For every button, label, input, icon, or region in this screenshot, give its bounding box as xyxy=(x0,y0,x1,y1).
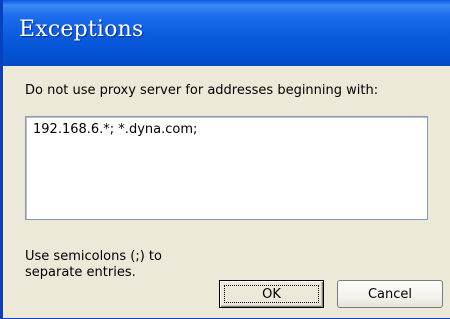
cancel-button-label: Cancel xyxy=(367,286,413,302)
focus-rectangle xyxy=(224,285,319,303)
title-bar[interactable]: Exceptions xyxy=(3,0,450,66)
hint-line-2: separate entries. xyxy=(25,265,136,280)
dialog-title: Exceptions xyxy=(19,17,144,42)
exceptions-dialog: Exceptions Do not use proxy server for a… xyxy=(0,0,450,319)
separator-hint: Use semicolons (;) to separate entries. xyxy=(25,249,215,281)
exceptions-prompt: Do not use proxy server for addresses be… xyxy=(25,83,379,98)
exceptions-textarea[interactable]: 192.168.6.*; *.dyna.com; xyxy=(25,116,428,220)
ok-button[interactable]: OK xyxy=(219,280,324,308)
cancel-button[interactable]: Cancel xyxy=(337,280,443,308)
hint-line-1: Use semicolons (;) to xyxy=(25,249,162,264)
